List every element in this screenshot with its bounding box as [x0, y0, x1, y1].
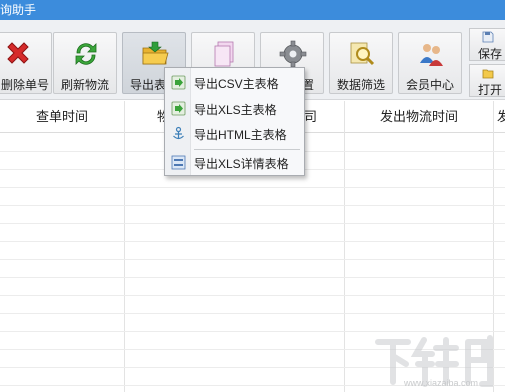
- member-center-button[interactable]: 会员中心: [398, 32, 462, 94]
- delete-tracking-button[interactable]: 删除单号: [0, 32, 52, 94]
- grid-row-line: [0, 331, 505, 332]
- menu-item-export-html-label: 导出HTML主表格: [194, 128, 287, 142]
- search-filter-icon: [350, 42, 375, 66]
- export-xls-detail-icon: [171, 155, 186, 170]
- document-icon: [214, 41, 234, 67]
- open-label: 打开: [478, 83, 503, 97]
- save-label: 保存: [478, 47, 503, 61]
- menu-item-export-xls-detail-label: 导出XLS详情表格: [194, 157, 289, 171]
- data-filter-button[interactable]: 数据筛选: [329, 32, 393, 94]
- grid-row-line: [0, 241, 505, 242]
- refresh-logistics-button[interactable]: 刷新物流: [53, 32, 117, 94]
- grid-row-line: [0, 187, 505, 188]
- window-title: 询助手: [0, 3, 37, 17]
- menu-item-export-csv[interactable]: 导出CSV主表格: [165, 72, 304, 94]
- delete-x-icon: [7, 42, 29, 64]
- export-dropdown-menu: 导出CSV主表格 导出XLS主表格 导出HTML主表格 导出XLS详情表格: [164, 67, 305, 176]
- gear-icon: [279, 40, 307, 68]
- export-csv-icon: [171, 75, 186, 90]
- grid-row-line: [0, 277, 505, 278]
- menu-item-export-html[interactable]: 导出HTML主表格: [165, 123, 304, 145]
- grid-row-line: [0, 259, 505, 260]
- grid-row-line: [0, 295, 505, 296]
- export-folder-icon: [142, 41, 169, 65]
- member-center-label: 会员中心: [405, 78, 454, 92]
- save-icon: [482, 31, 494, 43]
- members-icon: [420, 44, 443, 66]
- open-icon: [482, 69, 494, 79]
- grid-row-line: [0, 223, 505, 224]
- column-header-query-time[interactable]: 查单时间: [0, 101, 124, 133]
- export-html-icon: [173, 126, 184, 140]
- refresh-logistics-label: 刷新物流: [60, 78, 109, 92]
- export-xls-icon: [171, 101, 186, 116]
- data-filter-label: 数据筛选: [336, 78, 385, 92]
- refresh-icon: [75, 43, 97, 65]
- grid-row-line: [0, 313, 505, 314]
- menu-item-export-csv-label: 导出CSV主表格: [194, 77, 279, 91]
- column-header-ship-time[interactable]: 发出物流时间: [345, 101, 493, 133]
- menu-separator: [194, 149, 300, 150]
- open-button[interactable]: 打开: [469, 64, 505, 97]
- save-button[interactable]: 保存: [469, 28, 505, 61]
- column-header-shipper[interactable]: 发: [493, 101, 505, 133]
- title-bar: 询助手: [0, 0, 505, 20]
- menu-item-export-xls[interactable]: 导出XLS主表格: [165, 98, 304, 120]
- menu-item-export-xls-detail[interactable]: 导出XLS详情表格: [165, 152, 304, 174]
- grid-row-line: [0, 205, 505, 206]
- watermark-url: www.xiazaiba.com: [404, 378, 479, 388]
- menu-item-export-xls-label: 导出XLS主表格: [194, 103, 277, 117]
